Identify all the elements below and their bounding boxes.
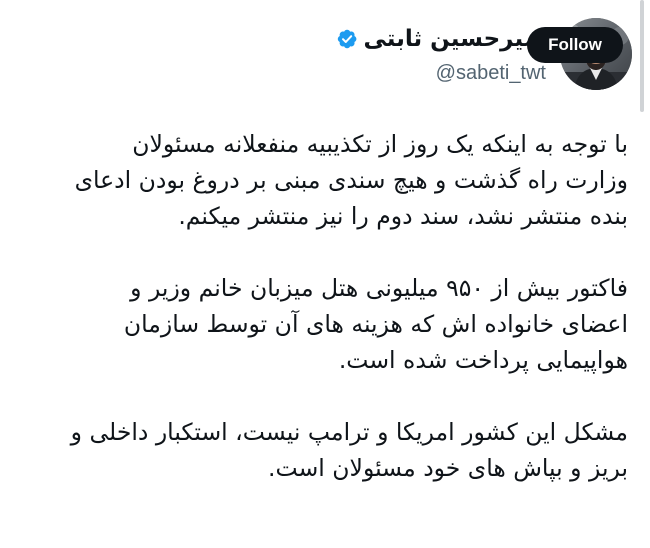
- user-handle[interactable]: @sabeti_twt: [436, 62, 546, 85]
- tweet-line: فاکتور بیش از ۹۵۰ میلیونی هتل میزبان خان…: [130, 274, 628, 302]
- tweet-line: وزارت راه گذشت و هیچ سندی مبنی بر دروغ ب…: [74, 166, 628, 194]
- follow-button[interactable]: Follow: [527, 27, 623, 63]
- tweet-paragraph: با توجه به اینکه یک روز از تکذیبیه منفعل…: [28, 126, 628, 234]
- tweet-line: بنده منتشر نشد، سند دوم را نیز منتشر میک…: [178, 202, 628, 230]
- tweet-line: اعضای خانواده اش که هزینه های آن توسط سا…: [123, 310, 628, 338]
- tweet-card: امیرحسین ثابتی @sabeti_twt Follow با توج…: [0, 0, 650, 548]
- tweet-line: هواپیمایی پرداخت شده است.: [338, 346, 628, 374]
- scrollbar-thumb[interactable]: [640, 0, 644, 112]
- verified-badge-icon: [336, 28, 358, 50]
- tweet-header: امیرحسین ثابتی @sabeti_twt Follow: [0, 8, 650, 98]
- tweet-line: مشکل این کشور امریکا و ترامپ نیست، استکب…: [70, 418, 628, 446]
- display-name[interactable]: امیرحسین ثابتی: [364, 26, 546, 52]
- tweet-line: بریز و بپاش های خود مسئولان است.: [268, 454, 628, 482]
- tweet-text: با توجه به اینکه یک روز از تکذیبیه منفعل…: [28, 126, 628, 522]
- tweet-line: با توجه به اینکه یک روز از تکذیبیه منفعل…: [132, 130, 628, 158]
- tweet-paragraph: فاکتور بیش از ۹۵۰ میلیونی هتل میزبان خان…: [28, 270, 628, 378]
- tweet-paragraph: مشکل این کشور امریکا و ترامپ نیست، استکب…: [28, 414, 628, 486]
- name-row: امیرحسین ثابتی: [336, 24, 546, 54]
